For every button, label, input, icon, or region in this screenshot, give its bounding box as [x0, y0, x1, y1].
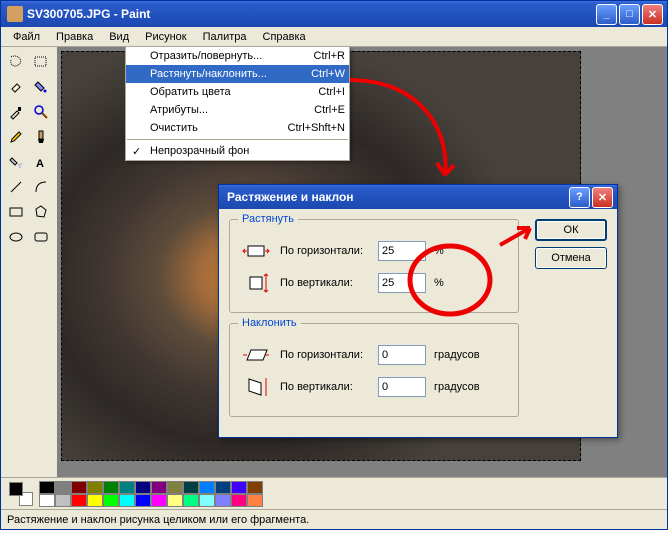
stretch-horizontal-input[interactable]	[378, 241, 426, 261]
statusbar: Растяжение и наклон рисунка целиком или …	[1, 509, 667, 529]
select-tool[interactable]	[28, 49, 53, 74]
line-tool[interactable]	[3, 174, 28, 199]
menu-draw-opaque[interactable]: ✓Непрозрачный фон	[126, 142, 349, 160]
eraser-tool[interactable]	[3, 74, 28, 99]
menu-help[interactable]: Справка	[255, 29, 314, 45]
main-titlebar: SV300705.JPG - Paint _ □ ✕	[1, 1, 667, 27]
color-swatch[interactable]	[71, 494, 87, 507]
stretch-group-label: Растянуть	[238, 213, 298, 225]
color-swatch[interactable]	[87, 494, 103, 507]
minimize-button[interactable]: _	[596, 4, 617, 25]
color-swatch[interactable]	[55, 481, 71, 494]
dialog-close-button[interactable]: ✕	[592, 187, 613, 208]
menu-flip-rotate[interactable]: Отразить/повернуть...Ctrl+R	[126, 47, 349, 65]
color-swatch[interactable]	[231, 481, 247, 494]
color-swatch[interactable]	[119, 494, 135, 507]
menubar: Файл Правка Вид Рисунок Палитра Справка	[1, 27, 667, 47]
color-swatch[interactable]	[39, 481, 55, 494]
stretch-horizontal-icon	[240, 238, 272, 264]
color-swatch[interactable]	[103, 481, 119, 494]
stretch-group: Растянуть По горизонтали: % По вертикали…	[229, 219, 519, 313]
color-swatch[interactable]	[215, 481, 231, 494]
color-swatch[interactable]	[151, 494, 167, 507]
dialog-help-button[interactable]: ?	[569, 187, 590, 208]
color-swatch[interactable]	[135, 494, 151, 507]
cancel-button[interactable]: Отмена	[535, 247, 607, 269]
color-swatch[interactable]	[231, 494, 247, 507]
toolbox: A	[1, 47, 57, 477]
image-menu-dropdown: Отразить/повернуть...Ctrl+R Растянуть/на…	[125, 46, 350, 161]
skew-group-label: Наклонить	[238, 317, 301, 329]
menu-invert-colors[interactable]: Обратить цветаCtrl+I	[126, 83, 349, 101]
stretch-h-unit: %	[434, 245, 444, 257]
stretch-skew-dialog: Растяжение и наклон ? ✕ Растянуть По гор…	[218, 184, 618, 438]
skew-group: Наклонить По горизонтали: градусов По ве…	[229, 323, 519, 417]
skew-vertical-icon	[240, 374, 272, 400]
color-swatch[interactable]	[167, 494, 183, 507]
color-swatch[interactable]	[71, 481, 87, 494]
color-swatch[interactable]	[167, 481, 183, 494]
color-swatch[interactable]	[199, 494, 215, 507]
window-title: SV300705.JPG - Paint	[27, 7, 596, 21]
foreground-color[interactable]	[9, 482, 23, 496]
menu-stretch-skew[interactable]: Растянуть/наклонить...Ctrl+W	[126, 65, 349, 83]
color-swatch[interactable]	[215, 494, 231, 507]
menu-separator	[127, 139, 348, 140]
stretch-vertical-label: По вертикали:	[280, 277, 370, 289]
color-swatch[interactable]	[247, 481, 263, 494]
pencil-tool[interactable]	[3, 124, 28, 149]
polygon-tool[interactable]	[28, 199, 53, 224]
close-button[interactable]: ✕	[642, 4, 663, 25]
skew-horizontal-icon	[240, 342, 272, 368]
color-swatch[interactable]	[183, 494, 199, 507]
color-swatch[interactable]	[183, 481, 199, 494]
ellipse-tool[interactable]	[3, 224, 28, 249]
fill-tool[interactable]	[28, 74, 53, 99]
menu-palette[interactable]: Палитра	[195, 29, 255, 45]
menu-attributes[interactable]: Атрибуты...Ctrl+E	[126, 101, 349, 119]
menu-clear-image[interactable]: ОчиститьCtrl+Shft+N	[126, 119, 349, 137]
skew-vertical-label: По вертикали:	[280, 381, 370, 393]
ok-button[interactable]: ОК	[535, 219, 607, 241]
dialog-title: Растяжение и наклон	[221, 190, 569, 204]
picker-tool[interactable]	[3, 99, 28, 124]
freeform-select-tool[interactable]	[3, 49, 28, 74]
menu-file[interactable]: Файл	[5, 29, 48, 45]
skew-h-unit: градусов	[434, 349, 480, 361]
svg-text:A: A	[36, 158, 44, 170]
color-palette-area	[1, 477, 667, 509]
color-swatch[interactable]	[39, 494, 55, 507]
menu-image[interactable]: Рисунок	[137, 29, 195, 45]
app-icon	[7, 6, 23, 22]
skew-vertical-input[interactable]	[378, 377, 426, 397]
color-swatch[interactable]	[135, 481, 151, 494]
curve-tool[interactable]	[28, 174, 53, 199]
brush-tool[interactable]	[28, 124, 53, 149]
color-swatch[interactable]	[55, 494, 71, 507]
stretch-vertical-icon	[240, 270, 272, 296]
stretch-horizontal-label: По горизонтали:	[280, 245, 370, 257]
magnifier-tool[interactable]	[28, 99, 53, 124]
skew-v-unit: градусов	[434, 381, 480, 393]
color-swatch[interactable]	[87, 481, 103, 494]
airbrush-tool[interactable]	[3, 149, 28, 174]
skew-horizontal-label: По горизонтали:	[280, 349, 370, 361]
color-foreground-background[interactable]	[7, 480, 35, 508]
color-swatch[interactable]	[199, 481, 215, 494]
stretch-vertical-input[interactable]	[378, 273, 426, 293]
skew-horizontal-input[interactable]	[378, 345, 426, 365]
color-swatch[interactable]	[151, 481, 167, 494]
rectangle-tool[interactable]	[3, 199, 28, 224]
text-tool[interactable]: A	[28, 149, 53, 174]
maximize-button[interactable]: □	[619, 4, 640, 25]
color-swatch[interactable]	[119, 481, 135, 494]
stretch-v-unit: %	[434, 277, 444, 289]
check-icon: ✓	[132, 145, 141, 158]
menu-view[interactable]: Вид	[101, 29, 137, 45]
color-swatch[interactable]	[247, 494, 263, 507]
status-text: Растяжение и наклон рисунка целиком или …	[7, 514, 309, 526]
color-swatch[interactable]	[103, 494, 119, 507]
rounded-rect-tool[interactable]	[28, 224, 53, 249]
menu-edit[interactable]: Правка	[48, 29, 101, 45]
